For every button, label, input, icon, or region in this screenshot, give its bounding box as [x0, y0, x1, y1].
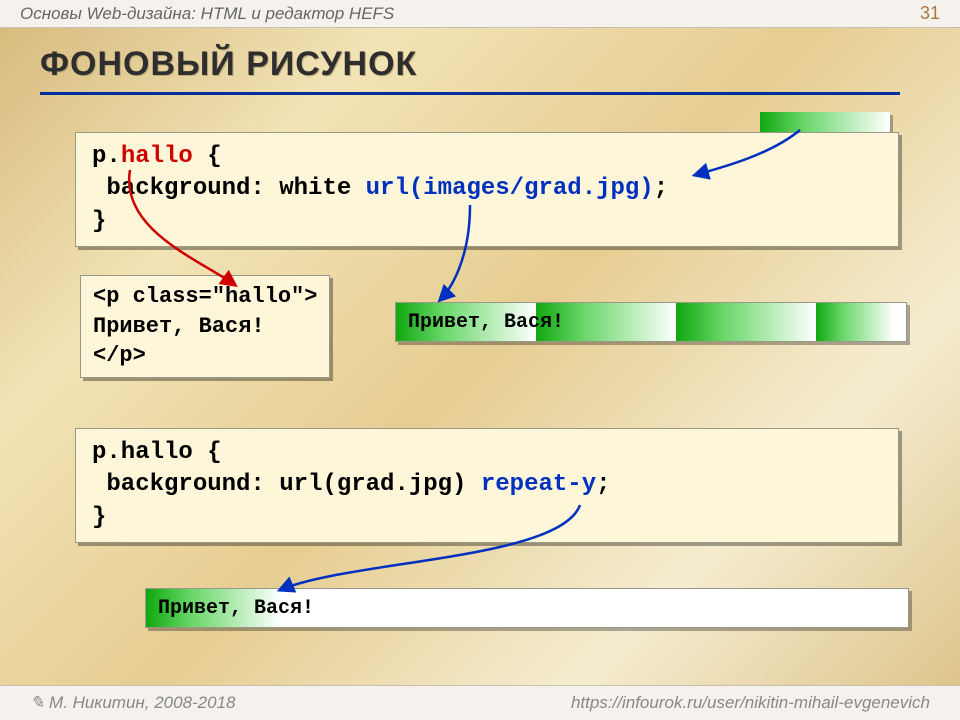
css-code-block-2: p.hallo { background: url(grad.jpg) repe…: [75, 428, 899, 543]
css-code-block-1: p.hallo { background: white url(images/g…: [75, 132, 899, 247]
footer-left: ✎ М. Никитин, 2008-2018: [30, 693, 236, 713]
css-url: url(images/grad.jpg): [366, 175, 654, 202]
topbar: Основы Web-дизайна: HTML и редактор HEFS…: [0, 0, 960, 28]
result-text-1: Привет, Вася!: [408, 311, 564, 334]
css-repeat-value: repeat-y: [481, 471, 596, 498]
result-repeat-x: Привет, Вася!: [395, 302, 907, 342]
footer: ✎ М. Никитин, 2008-2018 https://infourok…: [0, 685, 960, 720]
doc-title: Основы Web-дизайна: HTML и редактор HEFS: [20, 4, 394, 24]
result-repeat-y: Привет, Вася!: [145, 588, 909, 628]
html-code-block: <p class="hallo"> Привет, Вася! </p>: [80, 275, 330, 378]
page-number: 31: [920, 3, 940, 24]
class-attr-value: hallo: [225, 284, 291, 309]
footer-right: https://infourok.ru/user/nikitin-mihail-…: [571, 693, 930, 713]
result-text-2: Привет, Вася!: [158, 597, 314, 620]
class-name: hallo: [121, 143, 193, 170]
slide-title: ФОНОВЫЙ РИСУНОК: [40, 45, 417, 84]
title-underline: [40, 92, 900, 95]
gradient-sample: [760, 112, 890, 132]
slide: Основы Web-дизайна: HTML и редактор HEFS…: [0, 0, 960, 720]
